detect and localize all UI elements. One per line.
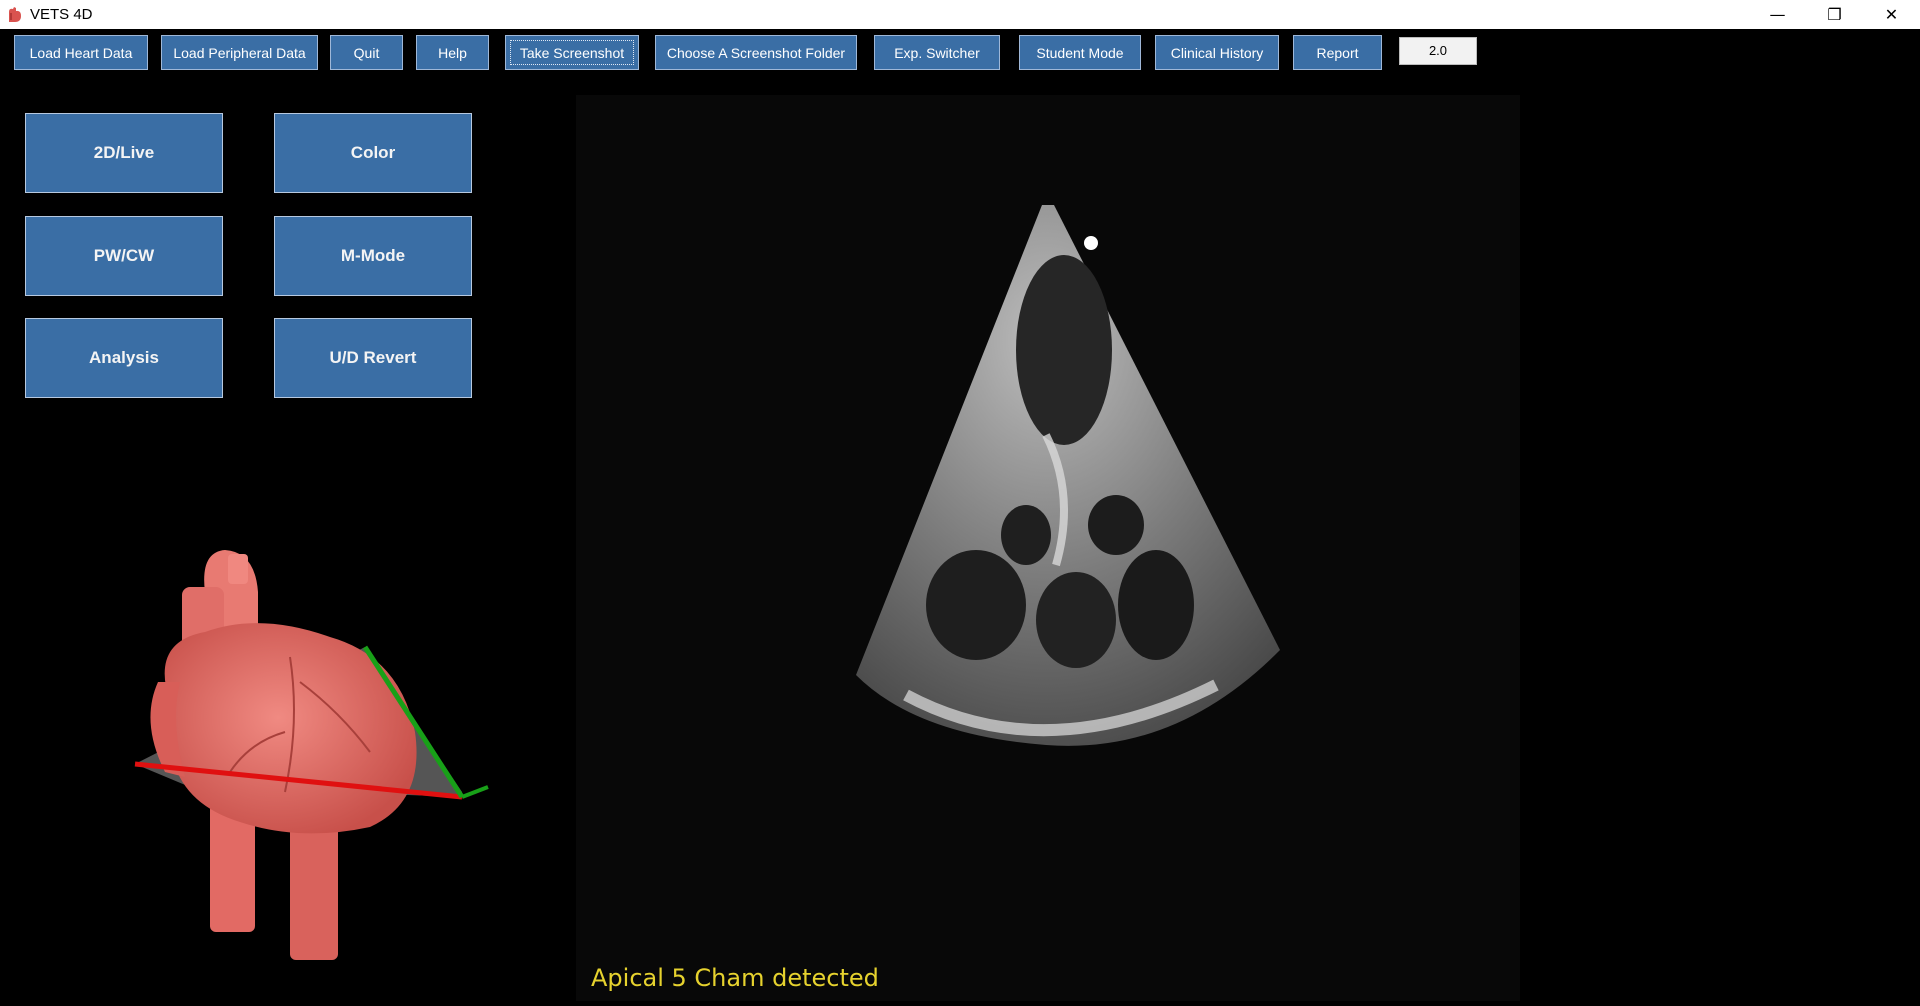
vessel-lower-right [290,812,338,960]
clinical-history-button[interactable]: Clinical History [1155,35,1279,70]
2d-live-button[interactable]: 2D/Live [25,113,223,193]
m-mode-button[interactable]: M-Mode [274,216,472,296]
aortic-branch [228,554,248,584]
title-bar: VETS 4D — ❐ ✕ [0,0,1920,29]
color-button[interactable]: Color [274,113,472,193]
ultrasound-view[interactable] [576,95,1520,1001]
heart-model [134,550,489,960]
student-mode-button[interactable]: Student Mode [1019,35,1141,70]
minimize-button[interactable]: — [1749,0,1806,29]
pw-cw-button[interactable]: PW/CW [25,216,223,296]
take-screenshot-button[interactable]: Take Screenshot [505,35,639,70]
close-button[interactable]: ✕ [1863,0,1920,29]
choose-screenshot-folder-button[interactable]: Choose A Screenshot Folder [655,35,857,70]
help-button[interactable]: Help [416,35,489,70]
window-controls: — ❐ ✕ [1749,0,1920,29]
load-peripheral-data-button[interactable]: Load Peripheral Data [161,35,318,70]
left-ventricle [1016,255,1112,445]
aortic-chamber [1036,572,1116,668]
quit-button[interactable]: Quit [330,35,403,70]
lvot [1088,495,1144,555]
view-detected-status: Apical 5 Cham detected [591,964,879,992]
speed-input[interactable]: 2.0 [1399,37,1477,65]
report-button[interactable]: Report [1293,35,1382,70]
restore-button[interactable]: ❐ [1806,0,1863,29]
echo-sector-image [856,205,1280,746]
heart-app-icon [9,6,21,22]
right-atrium-chamber [926,550,1026,660]
toolbar: Load Heart Data Load Peripheral Data Qui… [0,29,1920,75]
ud-revert-button[interactable]: U/D Revert [274,318,472,398]
orientation-marker [1084,236,1098,250]
heart-body [164,623,417,834]
analysis-button[interactable]: Analysis [25,318,223,398]
z-axis-green [461,785,489,799]
right-ventricle-inflow [1001,505,1051,565]
exp-switcher-button[interactable]: Exp. Switcher [874,35,1000,70]
left-atrium-chamber [1118,550,1194,660]
window-title: VETS 4D [30,6,93,23]
load-heart-data-button[interactable]: Load Heart Data [14,35,148,70]
heart-3d-view[interactable] [0,442,570,1001]
